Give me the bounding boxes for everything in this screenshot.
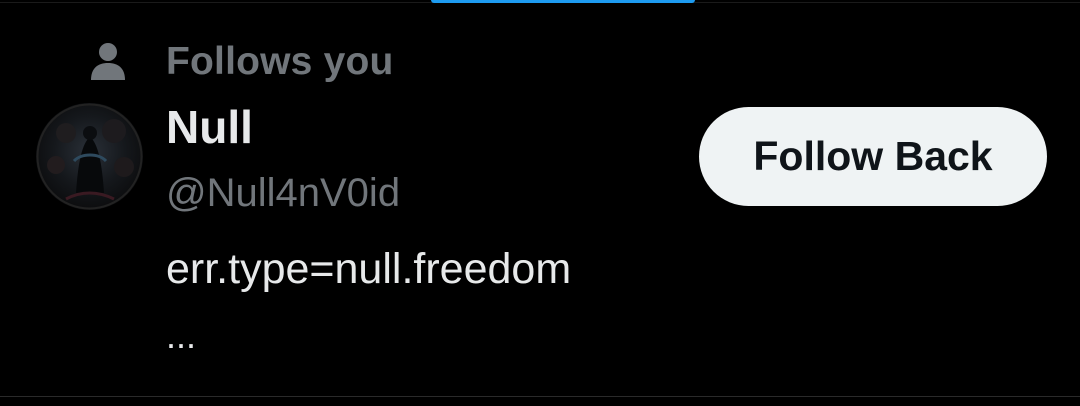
user-handle[interactable]: @Null4nV0id [166,170,400,216]
follows-you-row: Follows you [90,40,394,84]
active-tab-indicator [431,0,695,3]
follower-card[interactable]: Follows you Null @Null4nV0id err.type=nu… [0,0,1080,406]
avatar[interactable] [36,103,143,210]
person-icon [90,42,126,82]
bottom-divider [0,396,1080,397]
follows-you-label: Follows you [166,40,394,83]
user-bio: err.type=null.freedom [166,245,572,293]
bio-truncation: ... [166,315,197,356]
display-name[interactable]: Null [166,102,253,152]
follow-back-button[interactable]: Follow Back [699,107,1047,206]
